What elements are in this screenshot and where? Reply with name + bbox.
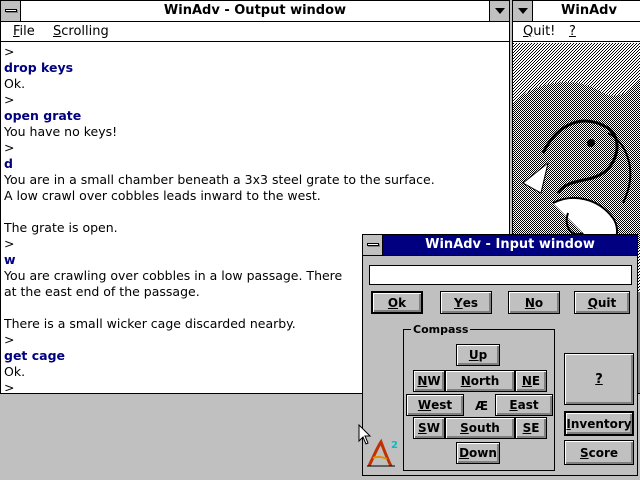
prompt-line: > <box>4 44 15 59</box>
output-line: Ok. <box>4 76 26 91</box>
south-button[interactable]: South <box>445 417 515 439</box>
compass-center-symbol: Æ <box>475 399 489 413</box>
west-button[interactable]: West <box>406 394 464 416</box>
menu-file[interactable]: File <box>13 24 35 39</box>
menu-help[interactable]: ? <box>569 24 576 39</box>
se-button[interactable]: SE <box>515 417 547 439</box>
command-line: d <box>4 156 13 171</box>
output-line: You are in a small chamber beneath a 3x3… <box>4 172 435 187</box>
logo-superscript: 2 <box>391 440 398 451</box>
system-menu-icon[interactable] <box>363 235 383 255</box>
output-titlebar[interactable]: WinAdv - Output window <box>1 1 509 22</box>
yes-button[interactable]: Yes <box>440 291 492 314</box>
picture-titlebar[interactable]: WinAdv <box>513 1 640 22</box>
quit-button[interactable]: Quit <box>574 291 630 314</box>
input-window-title: WinAdv - Input window <box>425 237 595 252</box>
menu-quit[interactable]: Quit! <box>523 24 555 39</box>
compass-label: Compass <box>411 323 471 336</box>
command-line: open grate <box>4 108 82 123</box>
nw-button[interactable]: NW <box>413 370 445 392</box>
input-titlebar[interactable]: WinAdv - Input window <box>363 235 637 256</box>
prompt-line: > <box>4 140 15 155</box>
east-button[interactable]: East <box>495 394 553 416</box>
inventory-button[interactable]: Inventory <box>564 411 634 436</box>
sw-button[interactable]: SW <box>413 417 445 439</box>
picture-window-title: WinAdv <box>561 3 617 18</box>
output-window-title: WinAdv - Output window <box>163 3 347 18</box>
output-line: You have no keys! <box>4 124 118 139</box>
minimize-icon[interactable] <box>489 1 509 21</box>
output-menubar: File Scrolling <box>1 22 509 42</box>
input-window: WinAdv - Input window Ok Yes No Quit Com… <box>362 234 638 476</box>
ne-button[interactable]: NE <box>515 370 547 392</box>
up-button[interactable]: Up <box>456 344 500 366</box>
command-line: drop keys <box>4 60 74 75</box>
score-button[interactable]: Score <box>564 440 634 465</box>
down-button[interactable]: Down <box>456 442 500 464</box>
no-button[interactable]: No <box>508 291 560 314</box>
picture-menubar: Quit! ? <box>513 22 640 42</box>
minimize-icon[interactable] <box>513 1 533 21</box>
north-button[interactable]: North <box>445 370 515 392</box>
winadv-logo-icon: 2 <box>367 438 398 467</box>
menu-scrolling[interactable]: Scrolling <box>53 24 109 39</box>
prompt-line: > <box>4 92 15 107</box>
output-line: A low crawl over cobbles leads inward to… <box>4 188 321 203</box>
help-button[interactable]: ? <box>564 353 634 405</box>
command-input[interactable] <box>369 265 632 285</box>
ok-button[interactable]: Ok <box>371 291 423 314</box>
